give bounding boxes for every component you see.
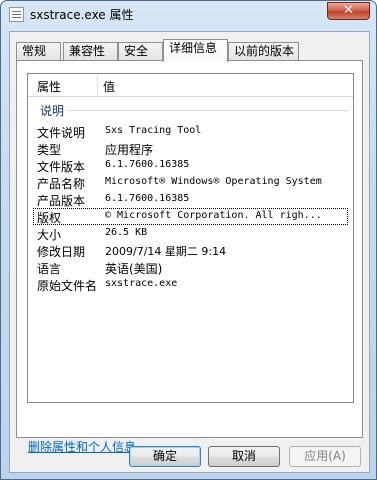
list-row-file-description[interactable]: 文件说明 Sxs Tracing Tool xyxy=(28,123,353,140)
remove-properties-link[interactable]: 删除属性和个人信息 xyxy=(28,438,136,455)
properties-window: sxstrace.exe 属性 ✕ 常规 兼容性 安全 详细信息 以前的版本 属… xyxy=(0,0,377,480)
row-key: 语言 xyxy=(37,262,62,276)
tab-details[interactable]: 详细信息 xyxy=(163,39,228,62)
row-key: 类型 xyxy=(37,143,62,157)
cancel-button[interactable]: 取消 xyxy=(208,446,280,467)
list-row-date-modified[interactable]: 修改日期 2009/7/14 星期二 9:14 xyxy=(28,242,353,259)
dialog-client: 常规 兼容性 安全 详细信息 以前的版本 属性 值 说明 文件说明 Sxs Tr… xyxy=(9,31,370,473)
row-value: Sxs Tracing Tool xyxy=(105,125,202,136)
column-separator[interactable] xyxy=(97,74,98,96)
row-value: 英语(美国) xyxy=(105,262,163,276)
list-row-original-filename[interactable]: 原始文件名 sxstrace.exe xyxy=(28,276,353,293)
row-value: Microsoft® Windows® Operating System xyxy=(105,176,322,187)
row-key: 产品名称 xyxy=(37,177,86,191)
row-key: 版权 xyxy=(37,211,62,225)
list-row-type[interactable]: 类型 应用程序 xyxy=(28,140,353,157)
row-value: 6.1.7600.16385 xyxy=(105,159,190,170)
row-key: 文件说明 xyxy=(37,126,86,140)
row-value: 26.5 KB xyxy=(105,227,148,238)
row-value: © Microsoft Corporation. All righ... xyxy=(105,210,322,221)
row-value: 应用程序 xyxy=(105,143,154,157)
apply-button[interactable]: 应用(A) xyxy=(289,446,361,467)
details-list[interactable]: 属性 值 说明 文件说明 Sxs Tracing Tool 类型 应用程序 文件… xyxy=(27,73,354,403)
tab-security[interactable]: 安全 xyxy=(118,42,163,61)
row-key: 产品版本 xyxy=(37,194,86,208)
list-row-language[interactable]: 语言 英语(美国) xyxy=(28,259,353,276)
row-value: 6.1.7600.16385 xyxy=(105,193,190,204)
row-key: 修改日期 xyxy=(37,245,86,259)
row-value: 2009/7/14 星期二 9:14 xyxy=(105,245,227,258)
group-divider xyxy=(40,110,349,111)
row-value: sxstrace.exe xyxy=(105,278,178,289)
tab-previous-versions[interactable]: 以前的版本 xyxy=(228,42,299,61)
column-header-property[interactable]: 属性 xyxy=(37,78,61,95)
row-key: 文件版本 xyxy=(37,160,86,174)
list-row-product-version[interactable]: 产品版本 6.1.7600.16385 xyxy=(28,191,353,208)
tab-compatibility[interactable]: 兼容性 xyxy=(63,42,118,61)
group-header-description[interactable]: 说明 xyxy=(40,102,349,119)
details-panel: 属性 值 说明 文件说明 Sxs Tracing Tool 类型 应用程序 文件… xyxy=(16,60,363,454)
window-title: sxstrace.exe 属性 xyxy=(30,8,134,22)
list-header: 属性 值 xyxy=(28,74,353,97)
row-key: 原始文件名 xyxy=(37,279,98,293)
close-button[interactable]: ✕ xyxy=(327,2,370,20)
title-bar[interactable]: sxstrace.exe 属性 ✕ xyxy=(1,1,376,29)
list-row-product-name[interactable]: 产品名称 Microsoft® Windows® Operating Syste… xyxy=(28,174,353,191)
ok-button[interactable]: 确定 xyxy=(129,446,201,467)
row-key: 大小 xyxy=(37,228,62,242)
list-row-file-version[interactable]: 文件版本 6.1.7600.16385 xyxy=(28,157,353,174)
group-label: 说明 xyxy=(40,102,69,119)
list-row-copyright[interactable]: 版权 © Microsoft Corporation. All righ... xyxy=(33,208,348,225)
tab-general[interactable]: 常规 xyxy=(16,42,61,61)
column-header-value[interactable]: 值 xyxy=(103,78,115,95)
file-icon xyxy=(9,7,24,22)
list-row-size[interactable]: 大小 26.5 KB xyxy=(28,225,353,242)
